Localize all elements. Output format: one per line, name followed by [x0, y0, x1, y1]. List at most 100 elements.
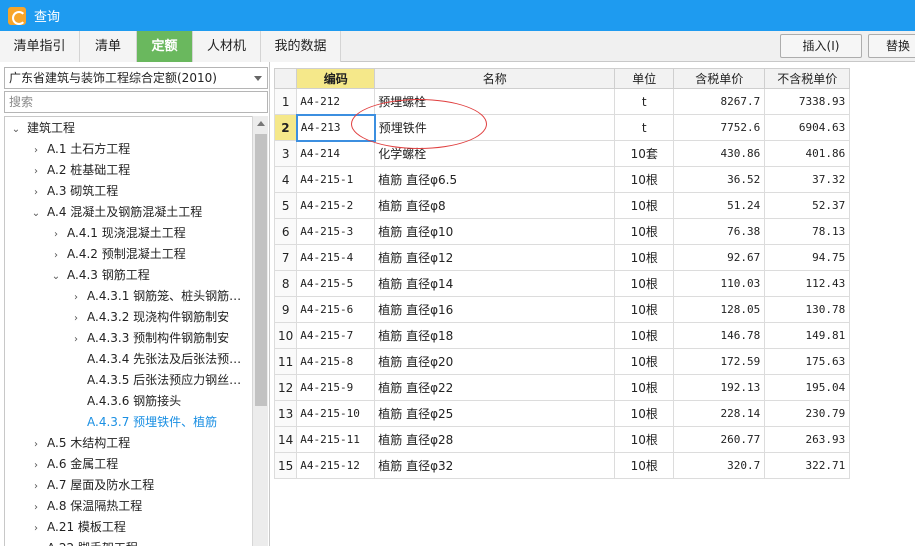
cell-price-notax[interactable]: 6904.63: [764, 114, 851, 141]
row-index[interactable]: 11: [273, 348, 298, 375]
row-index[interactable]: 5: [273, 192, 298, 219]
cell-price-notax[interactable]: 78.13: [764, 218, 851, 245]
cell-price-notax[interactable]: 37.32: [764, 166, 851, 193]
cell-price-tax[interactable]: 228.14: [673, 400, 766, 427]
cell-price-tax[interactable]: 430.86: [673, 140, 766, 167]
table-row[interactable]: 15 A4-215-12 植筋 直径φ32 10根 320.7 322.71: [273, 452, 851, 479]
cell-price-notax[interactable]: 175.63: [764, 348, 851, 375]
insert-button[interactable]: 插入(I): [780, 34, 862, 58]
table-row[interactable]: 13 A4-215-10 植筋 直径φ25 10根 228.14 230.79: [273, 400, 851, 427]
cell-unit[interactable]: t: [614, 88, 675, 115]
cell-price-notax[interactable]: 401.86: [764, 140, 851, 167]
tree-item[interactable]: › A.5 木结构工程: [31, 433, 130, 454]
cell-price-notax[interactable]: 94.75: [764, 244, 851, 271]
cell-name[interactable]: 植筋 直径φ32: [374, 452, 616, 479]
table-row[interactable]: 2 A4-213 预埋铁件 t 7752.6 6904.63: [273, 113, 851, 142]
tab-quota[interactable]: 定额: [137, 31, 193, 62]
tree-item[interactable]: ⌄ 建筑工程: [11, 118, 75, 139]
cell-price-notax[interactable]: 52.37: [764, 192, 851, 219]
cell-code[interactable]: A4-215-2: [296, 192, 376, 219]
cell-name[interactable]: 植筋 直径φ16: [374, 296, 616, 323]
tree-item[interactable]: › A.4.3.1 钢筋笼、桩头钢筋…: [71, 286, 241, 307]
cell-price-notax[interactable]: 195.04: [764, 374, 851, 401]
tree-item[interactable]: › A.8 保温隔热工程: [31, 496, 142, 517]
chevron-right-icon[interactable]: ›: [31, 434, 41, 455]
row-index[interactable]: 14: [273, 426, 298, 453]
cell-unit[interactable]: t: [614, 114, 675, 141]
row-index[interactable]: 6: [273, 218, 298, 245]
table-row[interactable]: 4 A4-215-1 植筋 直径φ6.5 10根 36.52 37.32: [273, 166, 851, 193]
cell-price-tax[interactable]: 8267.7: [673, 88, 766, 115]
cell-code[interactable]: A4-212: [296, 88, 376, 115]
table-row[interactable]: 5 A4-215-2 植筋 直径φ8 10根 51.24 52.37: [273, 192, 851, 219]
row-index[interactable]: 12: [273, 374, 298, 401]
cell-unit[interactable]: 10根: [614, 322, 675, 349]
tree-scrollbar[interactable]: [252, 116, 268, 546]
tree-item[interactable]: A.4.3.5 后张法预应力钢丝…: [71, 370, 241, 391]
chevron-down-icon[interactable]: ⌄: [31, 203, 41, 224]
cell-price-notax[interactable]: 322.71: [764, 452, 851, 479]
row-index[interactable]: 4: [273, 166, 298, 193]
cell-name[interactable]: 植筋 直径φ10: [374, 218, 616, 245]
cell-name[interactable]: 植筋 直径φ28: [374, 426, 616, 453]
table-row[interactable]: 14 A4-215-11 植筋 直径φ28 10根 260.77 263.93: [273, 426, 851, 453]
cell-unit[interactable]: 10套: [614, 140, 675, 167]
cell-price-notax[interactable]: 112.43: [764, 270, 851, 297]
row-index[interactable]: 3: [273, 140, 298, 167]
cell-name[interactable]: 化学螺栓: [374, 140, 616, 167]
cell-unit[interactable]: 10根: [614, 244, 675, 271]
cell-price-tax[interactable]: 128.05: [673, 296, 766, 323]
col-header-unit[interactable]: 单位: [614, 68, 675, 89]
cell-code[interactable]: A4-214: [296, 140, 376, 167]
table-row[interactable]: 6 A4-215-3 植筋 直径φ10 10根 76.38 78.13: [273, 218, 851, 245]
row-index[interactable]: 15: [273, 452, 298, 479]
chevron-right-icon[interactable]: ›: [71, 308, 81, 329]
cell-code[interactable]: A4-213: [295, 113, 376, 142]
cell-code[interactable]: A4-215-11: [296, 426, 376, 453]
cell-name[interactable]: 预埋螺栓: [374, 88, 616, 115]
cell-code[interactable]: A4-215-10: [296, 400, 376, 427]
chevron-right-icon[interactable]: ›: [31, 476, 41, 497]
cell-code[interactable]: A4-215-3: [296, 218, 376, 245]
tab-bill-guide[interactable]: 清单指引: [0, 31, 80, 62]
table-row[interactable]: 9 A4-215-6 植筋 直径φ16 10根 128.05 130.78: [273, 296, 851, 323]
chevron-right-icon[interactable]: ›: [31, 140, 41, 161]
chevron-right-icon[interactable]: ›: [31, 455, 41, 476]
scroll-up-icon[interactable]: [257, 121, 265, 126]
table-row[interactable]: 12 A4-215-9 植筋 直径φ22 10根 192.13 195.04: [273, 374, 851, 401]
row-index[interactable]: 8: [273, 270, 298, 297]
cell-price-tax[interactable]: 172.59: [673, 348, 766, 375]
chevron-right-icon[interactable]: ›: [71, 329, 81, 350]
chevron-right-icon[interactable]: ›: [31, 497, 41, 518]
cell-name[interactable]: 植筋 直径φ22: [374, 374, 616, 401]
cell-price-tax[interactable]: 36.52: [673, 166, 766, 193]
cell-code[interactable]: A4-215-7: [296, 322, 376, 349]
cell-unit[interactable]: 10根: [614, 374, 675, 401]
cell-unit[interactable]: 10根: [614, 296, 675, 323]
cell-unit[interactable]: 10根: [614, 400, 675, 427]
col-header-price-notax[interactable]: 不含税单价: [764, 68, 851, 89]
tree-item[interactable]: ⌄ A.4 混凝土及钢筋混凝土工程: [31, 202, 202, 223]
row-index[interactable]: 2: [273, 114, 298, 141]
cell-unit[interactable]: 10根: [614, 452, 675, 479]
cell-name[interactable]: 预埋铁件: [374, 114, 616, 141]
cell-unit[interactable]: 10根: [614, 192, 675, 219]
cell-price-notax[interactable]: 230.79: [764, 400, 851, 427]
tree-item[interactable]: › A.3 砌筑工程: [31, 181, 118, 202]
tree-item[interactable]: A.4.3.4 先张法及后张法预…: [71, 349, 241, 370]
cell-price-tax[interactable]: 146.78: [673, 322, 766, 349]
cell-unit[interactable]: 10根: [614, 166, 675, 193]
cell-name[interactable]: 植筋 直径φ12: [374, 244, 616, 271]
col-header-price-tax[interactable]: 含税单价: [673, 68, 766, 89]
row-index[interactable]: 9: [273, 296, 298, 323]
col-header-code[interactable]: 编码: [296, 68, 376, 89]
cell-price-tax[interactable]: 260.77: [673, 426, 766, 453]
cell-price-notax[interactable]: 130.78: [764, 296, 851, 323]
table-row[interactable]: 7 A4-215-4 植筋 直径φ12 10根 92.67 94.75: [273, 244, 851, 271]
tab-bill[interactable]: 清单: [80, 31, 137, 62]
chevron-right-icon[interactable]: ›: [71, 287, 81, 308]
cell-price-tax[interactable]: 7752.6: [673, 114, 766, 141]
cell-unit[interactable]: 10根: [614, 426, 675, 453]
cell-price-tax[interactable]: 76.38: [673, 218, 766, 245]
col-header-name[interactable]: 名称: [374, 68, 616, 89]
